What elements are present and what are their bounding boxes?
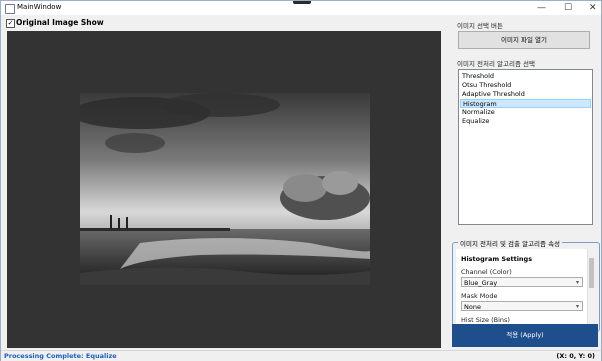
window-title: MainWindow	[17, 3, 62, 11]
image-canvas[interactable]	[7, 31, 441, 348]
chevron-down-icon: ▾	[575, 279, 579, 286]
drag-grip[interactable]	[293, 1, 311, 4]
properties-group-title: 이미지 전처리 및 검출 알고리즘 속성	[458, 238, 563, 248]
app-icon	[5, 4, 15, 14]
histogram-settings-heading: Histogram Settings	[461, 255, 533, 263]
mask-mode-select[interactable]: None ▾	[461, 301, 583, 311]
minimize-button[interactable]: —	[537, 3, 546, 13]
mask-mode-label: Mask Mode	[461, 292, 498, 300]
channel-select[interactable]: Blue_Gray ▾	[461, 277, 583, 287]
status-bar: Processing Complete: Equalize (X: 0, Y: …	[1, 350, 601, 361]
status-message: Processing Complete: Equalize	[4, 352, 117, 360]
channel-select-value: Blue_Gray	[464, 279, 498, 287]
hist-size-label: Hist Size (Bins)	[461, 316, 510, 324]
main-window: MainWindow — ☐ ✕ ✓ Original Image Show 이…	[0, 0, 602, 361]
mask-mode-select-value: None	[464, 303, 481, 311]
properties-scroll-area[interactable]: Histogram Settings Channel (Color) Blue_…	[456, 249, 595, 329]
algorithm-item-equalize[interactable]: Equalize	[460, 117, 591, 126]
chevron-down-icon: ▾	[575, 303, 579, 310]
image-panel: ✓ Original Image Show	[5, 18, 442, 348]
apply-button[interactable]: 적용 (Apply)	[452, 324, 598, 347]
close-button[interactable]: ✕	[589, 3, 597, 13]
scrollbar-thumb[interactable]	[589, 258, 594, 288]
show-original-checkbox[interactable]: ✓	[6, 19, 15, 28]
open-section-label: 이미지 선택 버튼	[457, 22, 503, 30]
open-image-button[interactable]: 이미지 파일 열기	[458, 31, 590, 49]
processed-image	[80, 93, 370, 285]
algorithm-item-otsu-threshold[interactable]: Otsu Threshold	[460, 81, 591, 90]
channel-label: Channel (Color)	[461, 268, 512, 276]
algorithm-section-label: 이미지 전처리 알고리즘 선택	[457, 60, 535, 68]
show-original-label: Original Image Show	[16, 18, 104, 27]
algorithm-item-threshold[interactable]: Threshold	[460, 72, 591, 81]
maximize-button[interactable]: ☐	[564, 3, 572, 13]
algorithm-item-adaptive-threshold[interactable]: Adaptive Threshold	[460, 90, 591, 99]
algorithm-list[interactable]: Threshold Otsu Threshold Adaptive Thresh…	[458, 69, 593, 225]
algorithm-item-normalize[interactable]: Normalize	[460, 108, 591, 117]
properties-scrollbar[interactable]	[587, 249, 595, 329]
algorithm-properties-group: 이미지 전처리 및 검출 알고리즘 속성 Histogram Settings …	[452, 238, 600, 332]
cursor-coordinates: (X: 0, Y: 0)	[556, 352, 595, 360]
algorithm-item-histogram[interactable]: Histogram	[460, 99, 591, 108]
title-bar: MainWindow — ☐ ✕	[1, 1, 601, 15]
